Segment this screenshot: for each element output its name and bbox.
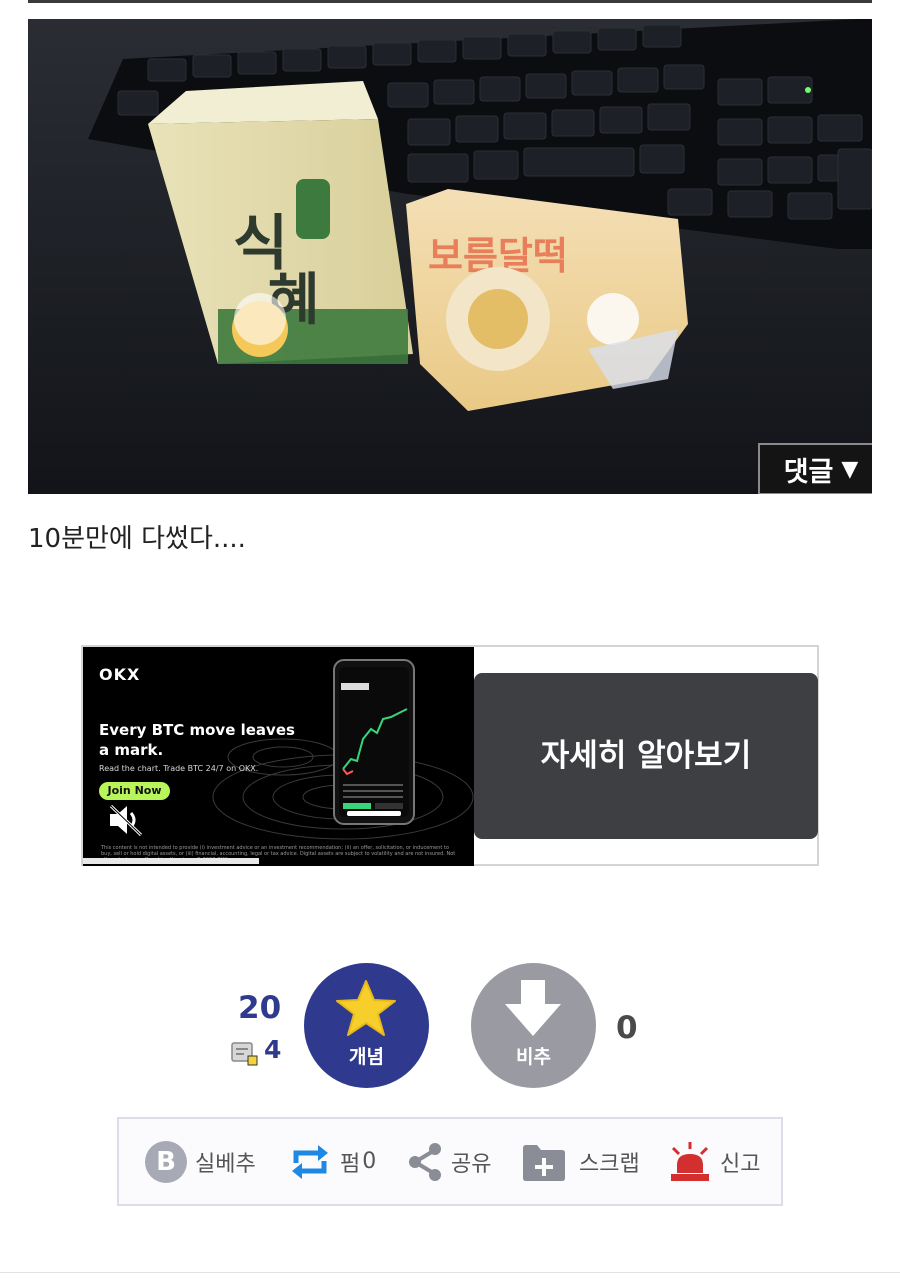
okx-logo: OKX [99,665,141,684]
repost-label: 펌 [340,1151,361,1177]
share-button[interactable]: 공유 [407,1119,491,1204]
share-icon [409,1142,441,1181]
top-divider [28,0,872,3]
downvote-count: 0 [616,1010,638,1046]
repost-count: 0 [362,1149,377,1174]
scrap-label: 스크랩 [579,1151,640,1177]
repost-icon [292,1144,328,1179]
folder-add-icon [523,1144,565,1181]
join-now-button[interactable]: Join Now [99,782,170,800]
ad-creative[interactable]: OKX Every BTC move leaves a mark. Read t… [83,647,474,866]
ad-subtext: Read the chart. Trade BTC 24/7 on OKX. [99,764,259,773]
siren-icon [671,1141,709,1181]
scrap-button[interactable]: 스크랩 [521,1119,640,1204]
downvote-button[interactable]: 비추 [471,963,596,1088]
advertisement[interactable]: OKX Every BTC move leaves a mark. Read t… [81,645,819,866]
post-action-bar: B 실베추 펌 0 공유 스크랩 신고 [117,1117,783,1206]
learn-more-button[interactable]: 자세히 알아보기 [474,673,818,839]
report-label: 신고 [720,1151,761,1177]
star-icon [336,980,396,1036]
best-badge-icon: B [145,1140,187,1183]
repost-button[interactable]: 펌 0 [288,1119,376,1204]
bottom-divider [0,1272,900,1273]
fixed-upvote-count: 4 [264,1035,282,1064]
downvote-label: 비추 [516,1046,551,1068]
ad-headline: Every BTC move leaves a mark. [99,721,295,759]
post-image[interactable]: 식 혜 보름달떡 댓글 ▼ [28,19,872,494]
caret-down-icon: ▼ [841,456,859,482]
arrow-down-icon [505,980,561,1036]
photo-illustration: 식 혜 보름달떡 [28,19,872,494]
best-recommend-button[interactable]: B 실베추 [145,1119,256,1204]
comment-button-label: 댓글 [783,456,834,488]
upvote-button[interactable]: 개념 [304,963,429,1088]
phone-chart-image [333,659,415,825]
report-button[interactable]: 신고 [668,1119,760,1204]
upvote-label: 개념 [349,1046,384,1068]
fixed-upvote-icon [231,1042,258,1066]
upvote-count: 20 [238,990,282,1026]
best-recommend-label: 실베추 [195,1151,256,1177]
ad-progress-bar [83,858,259,864]
share-label: 공유 [451,1151,492,1177]
post-body-text: 10분만에 다썼다.... [28,524,246,554]
mute-icon[interactable] [107,803,145,837]
comment-toggle-button[interactable]: 댓글 ▼ [758,443,872,494]
